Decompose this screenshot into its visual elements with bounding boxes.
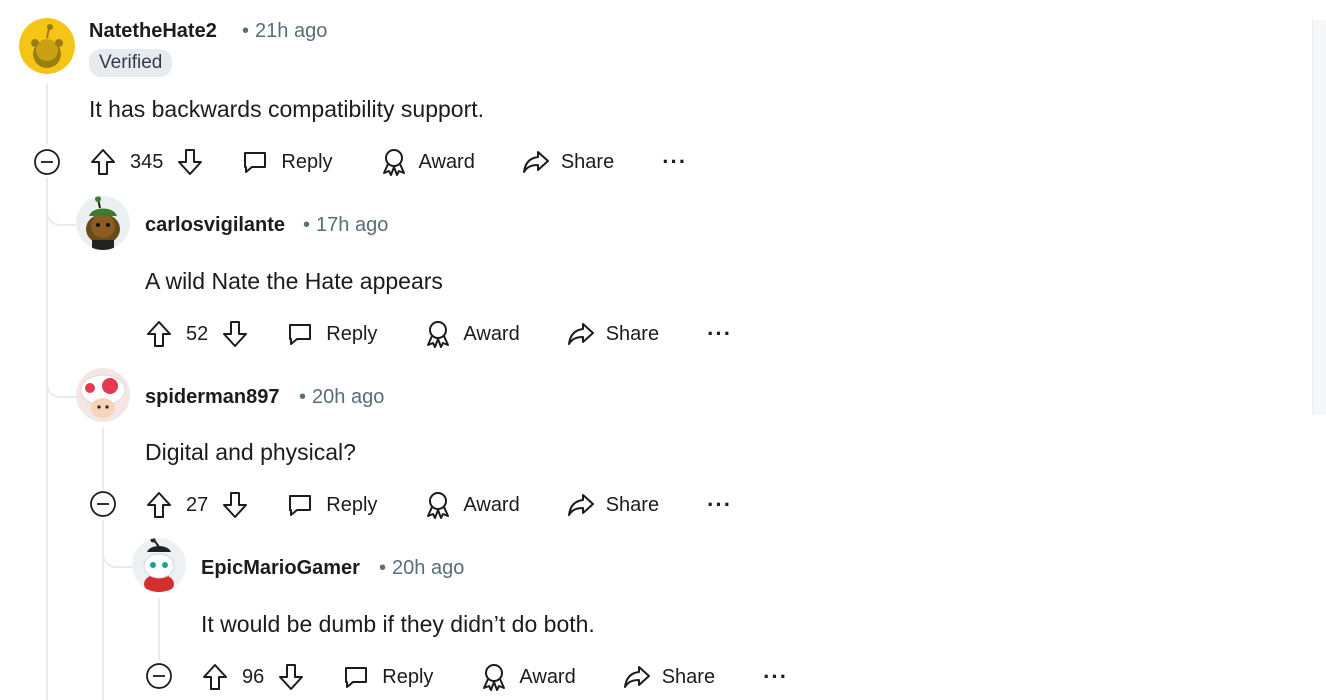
snoo-avatar-icon <box>76 196 130 250</box>
downvote-icon[interactable] <box>276 662 306 692</box>
avatar[interactable] <box>19 18 75 74</box>
comment-body: A wild Nate the Hate appears <box>145 268 443 294</box>
award-icon <box>427 492 450 519</box>
downvote-icon[interactable] <box>175 147 205 177</box>
collapse-thread-icon[interactable] <box>33 148 61 176</box>
username[interactable]: spiderman897 <box>145 386 280 409</box>
comment-bubble-icon <box>289 324 312 345</box>
reply-button[interactable]: Reply <box>342 663 433 691</box>
award-label: Award <box>463 322 520 345</box>
share-button[interactable]: Share <box>566 490 659 520</box>
more-options-button[interactable]: ··· <box>707 492 732 518</box>
vote-group: 27 <box>144 490 250 520</box>
share-icon <box>623 666 650 688</box>
comment-actions: 52 Reply Award Share ··· <box>144 316 732 352</box>
thread-elbow <box>46 368 76 398</box>
comment-timestamp: • 17h ago <box>303 214 389 236</box>
share-icon <box>522 151 549 173</box>
share-label: Share <box>605 322 660 345</box>
share-button[interactable]: Share <box>566 319 659 349</box>
comment-timestamp: • 20h ago <box>379 557 465 579</box>
award-button[interactable]: Award <box>423 319 520 349</box>
comment-actions: 27 Reply Award Share ··· <box>144 487 732 523</box>
reply-label: Reply <box>382 665 434 688</box>
upvote-icon[interactable] <box>144 319 174 349</box>
award-icon <box>427 321 450 348</box>
share-label: Share <box>560 150 615 173</box>
award-icon <box>483 664 506 691</box>
reply-button[interactable]: Reply <box>286 491 377 519</box>
avatar[interactable] <box>76 368 130 422</box>
downvote-icon[interactable] <box>220 490 250 520</box>
comment-body: Digital and physical? <box>145 439 356 465</box>
vote-score: 52 <box>186 322 209 345</box>
comment-body: It has backwards compatibility support. <box>89 96 485 122</box>
reply-label: Reply <box>326 322 378 345</box>
upvote-icon[interactable] <box>200 662 230 692</box>
more-options-button[interactable]: ··· <box>707 321 732 347</box>
vote-score: 27 <box>186 493 209 516</box>
vote-group: 52 <box>144 319 250 349</box>
award-button[interactable]: Award <box>479 662 576 692</box>
snoo-avatar-icon <box>132 538 186 592</box>
award-icon <box>382 149 405 176</box>
reply-label: Reply <box>281 150 333 173</box>
thread-line-root <box>46 84 48 144</box>
vote-group: 96 <box>200 662 306 692</box>
vote-score: 96 <box>242 665 265 688</box>
award-button[interactable]: Award <box>379 147 475 177</box>
award-button[interactable]: Award <box>423 490 520 520</box>
comment-timestamp: • 21h ago <box>242 20 328 42</box>
thread-line-root-continue <box>46 178 48 700</box>
username[interactable]: NatetheHate2 <box>89 20 217 43</box>
comment-bubble-icon <box>244 152 267 173</box>
avatar[interactable] <box>132 538 186 592</box>
share-label: Share <box>661 665 716 688</box>
thread-elbow <box>102 538 132 568</box>
more-options-button[interactable]: ··· <box>662 149 687 175</box>
toad-avatar-icon <box>76 368 130 422</box>
thread-elbow <box>46 196 76 226</box>
downvote-icon[interactable] <box>220 319 250 349</box>
share-icon <box>567 323 594 345</box>
comment-bubble-icon <box>289 495 312 516</box>
share-label: Share <box>605 493 660 516</box>
verified-badge: Verified <box>89 49 173 77</box>
snoo-avatar-icon <box>19 18 75 74</box>
reply-button[interactable]: Reply <box>241 148 333 176</box>
sidebar-edge <box>1312 20 1326 415</box>
comment-timestamp: • 20h ago <box>299 386 385 408</box>
comment-body: It would be dumb if they didn’t do both. <box>201 611 595 637</box>
more-options-button[interactable]: ··· <box>763 664 788 690</box>
collapse-thread-icon[interactable] <box>145 662 173 690</box>
award-label: Award <box>418 150 475 173</box>
share-button[interactable]: Share <box>622 662 715 692</box>
comment-actions: 96 Reply Award Share ··· <box>200 659 788 695</box>
collapse-thread-icon[interactable] <box>89 490 117 518</box>
award-label: Award <box>463 493 520 516</box>
username[interactable]: carlosvigilante <box>145 214 285 237</box>
thread-line-reply <box>102 428 104 490</box>
award-label: Award <box>519 665 576 688</box>
share-icon <box>567 494 594 516</box>
comment-bubble-icon <box>345 667 368 688</box>
thread-line-nested <box>158 598 160 660</box>
share-button[interactable]: Share <box>521 147 614 177</box>
upvote-icon[interactable] <box>144 490 174 520</box>
comment-actions: 345 Reply Award Share ··· <box>88 144 687 180</box>
username[interactable]: EpicMarioGamer <box>201 557 360 580</box>
vote-group: 345 <box>88 147 205 177</box>
vote-score: 345 <box>130 150 164 173</box>
reply-button[interactable]: Reply <box>286 320 377 348</box>
upvote-icon[interactable] <box>88 147 118 177</box>
avatar[interactable] <box>76 196 130 250</box>
reply-label: Reply <box>326 493 378 516</box>
